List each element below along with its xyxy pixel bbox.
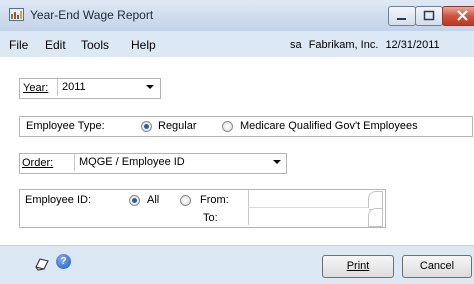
employee-id-label: Employee ID: [25,194,92,206]
bottom-bar: Print Cancel [0,245,474,284]
year-value: 2011 [62,81,86,93]
order-label: Order: [22,157,54,169]
menu-bar: File Edit Tools Help sa Fabrikam, Inc. 1… [0,31,474,58]
menu-tools[interactable]: Tools [81,38,109,52]
status-user: sa [290,39,302,51]
employee-type-label: Employee Type: [26,120,105,132]
menu-edit[interactable]: Edit [45,38,66,52]
from-label: From: [200,194,229,206]
radio-mqge-label: Medicare Qualified Gov't Employees [240,120,418,132]
print-button[interactable]: Print [322,255,394,278]
note-icon[interactable] [34,256,50,272]
to-input[interactable] [248,208,369,225]
order-dropdown[interactable]: MQGE / Employee ID [74,154,285,171]
menu-help[interactable]: Help [131,38,156,52]
cancel-button[interactable]: Cancel [402,255,472,278]
close-button[interactable] [442,6,474,26]
radio-regular-label: Regular [158,120,197,132]
window-title: Year-End Wage Report [30,8,154,22]
help-icon[interactable]: ? [56,254,71,269]
chevron-down-icon [273,160,281,164]
window: Year-End Wage Report File Edit Tools Hel… [0,0,474,284]
main-panel: Year: 2011 Employee Type: Regular Medica… [0,57,474,245]
radio-from[interactable] [180,195,191,206]
status-date: 12/31/2011 [385,39,440,51]
maximize-icon [423,10,435,21]
radio-regular[interactable] [141,121,152,132]
order-value: MQGE / Employee ID [79,156,185,168]
year-dropdown[interactable]: 2011 [57,79,158,96]
status-info: sa Fabrikam, Inc. 12/31/2011 [290,39,444,51]
radio-mqge[interactable] [222,121,233,132]
minimize-button[interactable] [388,6,416,26]
year-label: Year: [23,82,49,94]
minimize-icon [397,18,406,20]
status-company: Fabrikam, Inc. [308,39,379,51]
chevron-down-icon [146,85,154,89]
from-input[interactable] [248,190,369,208]
report-icon [9,8,24,21]
to-lookup-button[interactable] [368,208,383,227]
radio-all[interactable] [129,195,140,206]
radio-all-label: All [147,194,160,206]
close-icon [457,10,468,21]
title-bar: Year-End Wage Report [0,0,474,31]
menu-file[interactable]: File [9,38,28,52]
to-label: To: [203,212,218,224]
maximize-button[interactable] [415,6,443,26]
